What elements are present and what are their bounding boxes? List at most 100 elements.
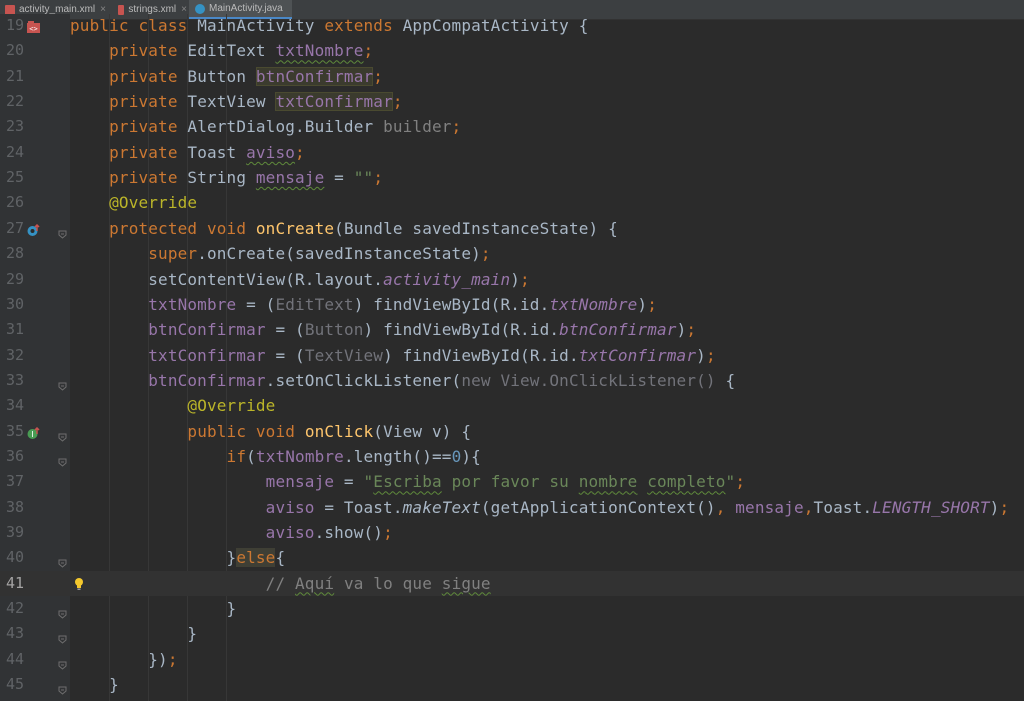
code-token: ;	[686, 320, 697, 340]
code-line-41[interactable]: 41 // Aquí va lo que sigue	[0, 570, 1024, 597]
code-token: txtConfirmar	[578, 345, 697, 365]
line-number: 35	[5, 421, 24, 440]
line-number: 34	[5, 396, 24, 415]
code-line-42[interactable]: 42 }	[0, 596, 1024, 621]
code-editor[interactable]: 19 <> public class MainActivity extends Ap…	[0, 14, 1024, 701]
line-number: 45	[5, 675, 24, 694]
code-line-29[interactable]: 29 setContentView(R.layout.activity_main…	[0, 267, 1024, 292]
code-line-25[interactable]: 25 private String mensaje = "";	[0, 165, 1024, 190]
code-token: .setOnClickListener(	[265, 370, 462, 390]
code-line-24[interactable]: 24 private Toast aviso;	[0, 140, 1024, 165]
line-number: 32	[5, 345, 24, 364]
code-line-35[interactable]: 35 I public void onClick(View v) {	[0, 419, 1024, 444]
code-token: String	[187, 168, 256, 188]
code-token: )	[510, 269, 521, 289]
code-line-38[interactable]: 38 aviso = Toast.makeText(getApplication…	[0, 495, 1024, 520]
code-line-30[interactable]: 30 txtNombre = (EditText) findViewById(R…	[0, 292, 1024, 317]
code-line-21[interactable]: 21 private Button btnConfirmar;	[0, 64, 1024, 89]
code-line-36[interactable]: 36 if(txtNombre.length()==0){	[0, 444, 1024, 469]
code-line-22[interactable]: 22 private TextView txtConfirmar;	[0, 89, 1024, 114]
code-text: private String mensaje = "";	[70, 165, 383, 190]
code-text: txtNombre = (EditText) findViewById(R.id…	[70, 292, 657, 317]
code-line-34[interactable]: 34 @Override	[0, 393, 1024, 418]
line-number: 44	[5, 649, 24, 668]
fold-marker-icon[interactable]	[58, 452, 67, 467]
code-token: = (	[265, 345, 305, 365]
override-method-icon[interactable]	[27, 222, 40, 236]
code-token: por favor su	[441, 472, 579, 492]
code-token: TextView	[187, 92, 276, 112]
code-line-33[interactable]: 33 btnConfirmar.setOnClickListener(new V…	[0, 368, 1024, 393]
implement-method-icon[interactable]: I	[27, 425, 40, 439]
svg-text:<>: <>	[29, 25, 37, 33]
code-token: new View.OnClickListener()	[461, 370, 716, 390]
code-text: }else{	[70, 545, 285, 570]
code-line-45[interactable]: 45 }	[0, 672, 1024, 697]
fold-marker-icon[interactable]	[58, 224, 67, 239]
code-token: activity_main	[383, 269, 511, 289]
line-number: 29	[5, 269, 24, 288]
code-token: builder	[383, 117, 452, 137]
code-token: private	[109, 142, 188, 162]
code-token: txtNombre	[255, 446, 344, 466]
fold-marker-icon[interactable]	[58, 604, 67, 619]
line-number: 20	[5, 41, 24, 60]
code-token: ;	[451, 117, 462, 137]
fold-marker-icon[interactable]	[58, 553, 67, 569]
code-text: btnConfirmar.setOnClickListener(new View…	[70, 368, 735, 393]
code-text: @Override	[70, 393, 275, 418]
code-token: Toast	[187, 142, 247, 162]
class-structure-icon[interactable]: <>	[27, 19, 40, 33]
fold-marker-icon[interactable]	[58, 655, 67, 670]
code-token: aviso	[265, 497, 315, 517]
fold-marker-icon[interactable]	[58, 376, 67, 391]
code-line-39[interactable]: 39 aviso.show();	[0, 520, 1024, 545]
code-line-43[interactable]: 43 }	[0, 621, 1024, 646]
code-token: ;	[520, 269, 530, 289]
line-number: 27	[5, 218, 24, 237]
code-text: public class MainActivity extends AppCom…	[70, 13, 589, 38]
code-token: 0	[451, 446, 462, 466]
code-line-31[interactable]: 31 btnConfirmar = (Button) findViewById(…	[0, 317, 1024, 342]
code-token: ;	[705, 345, 716, 365]
code-line-32[interactable]: 32 txtConfirmar = (TextView) findViewByI…	[0, 343, 1024, 368]
code-line-20[interactable]: 20 private EditText txtNombre;	[0, 38, 1024, 63]
code-token: ) findViewById(R.id.	[353, 294, 550, 314]
fold-marker-icon[interactable]	[58, 427, 67, 442]
code-text: @Override	[70, 190, 197, 215]
fold-marker-icon[interactable]	[58, 629, 67, 645]
code-token: aviso	[246, 142, 296, 162]
code-line-44[interactable]: 44 });	[0, 647, 1024, 672]
code-token: {	[275, 548, 286, 568]
code-token: private	[109, 92, 188, 112]
code-token: super	[148, 244, 198, 264]
code-line-37[interactable]: 37 mensaje = "Escriba por favor su nombr…	[0, 469, 1024, 494]
code-text: protected void onCreate(Bundle savedInst…	[70, 216, 618, 241]
code-token: txtConfirmar	[275, 92, 393, 112]
code-text: }	[70, 672, 119, 697]
code-token: "	[363, 472, 374, 492]
code-token: AppCompatActivity {	[402, 16, 589, 35]
fold-marker-icon[interactable]	[58, 680, 67, 695]
line-number: 38	[5, 497, 24, 516]
java-class-icon	[195, 3, 205, 14]
line-number: 26	[5, 193, 24, 212]
code-line-40[interactable]: 40 }else{	[0, 545, 1024, 570]
code-line-23[interactable]: 23 private AlertDialog.Builder builder;	[0, 114, 1024, 139]
code-token: void	[206, 218, 256, 238]
code-text: // Aquí va lo que sigue	[70, 571, 491, 596]
code-line-28[interactable]: 28 super.onCreate(savedInstanceState);	[0, 241, 1024, 266]
code-token: ){	[461, 446, 481, 466]
code-token: ;	[295, 142, 305, 162]
code-line-19[interactable]: 19 <> public class MainActivity extends Ap…	[0, 13, 1024, 38]
code-text: btnConfirmar = (Button) findViewById(R.i…	[70, 317, 696, 342]
code-token: ;	[167, 649, 178, 669]
code-line-27[interactable]: 27 protected void onCreate(Bundle savedI…	[0, 216, 1024, 241]
code-line-26[interactable]: 26 @Override	[0, 190, 1024, 215]
code-text: public void onClick(View v) {	[70, 419, 471, 444]
code-token: sigue	[441, 573, 491, 593]
